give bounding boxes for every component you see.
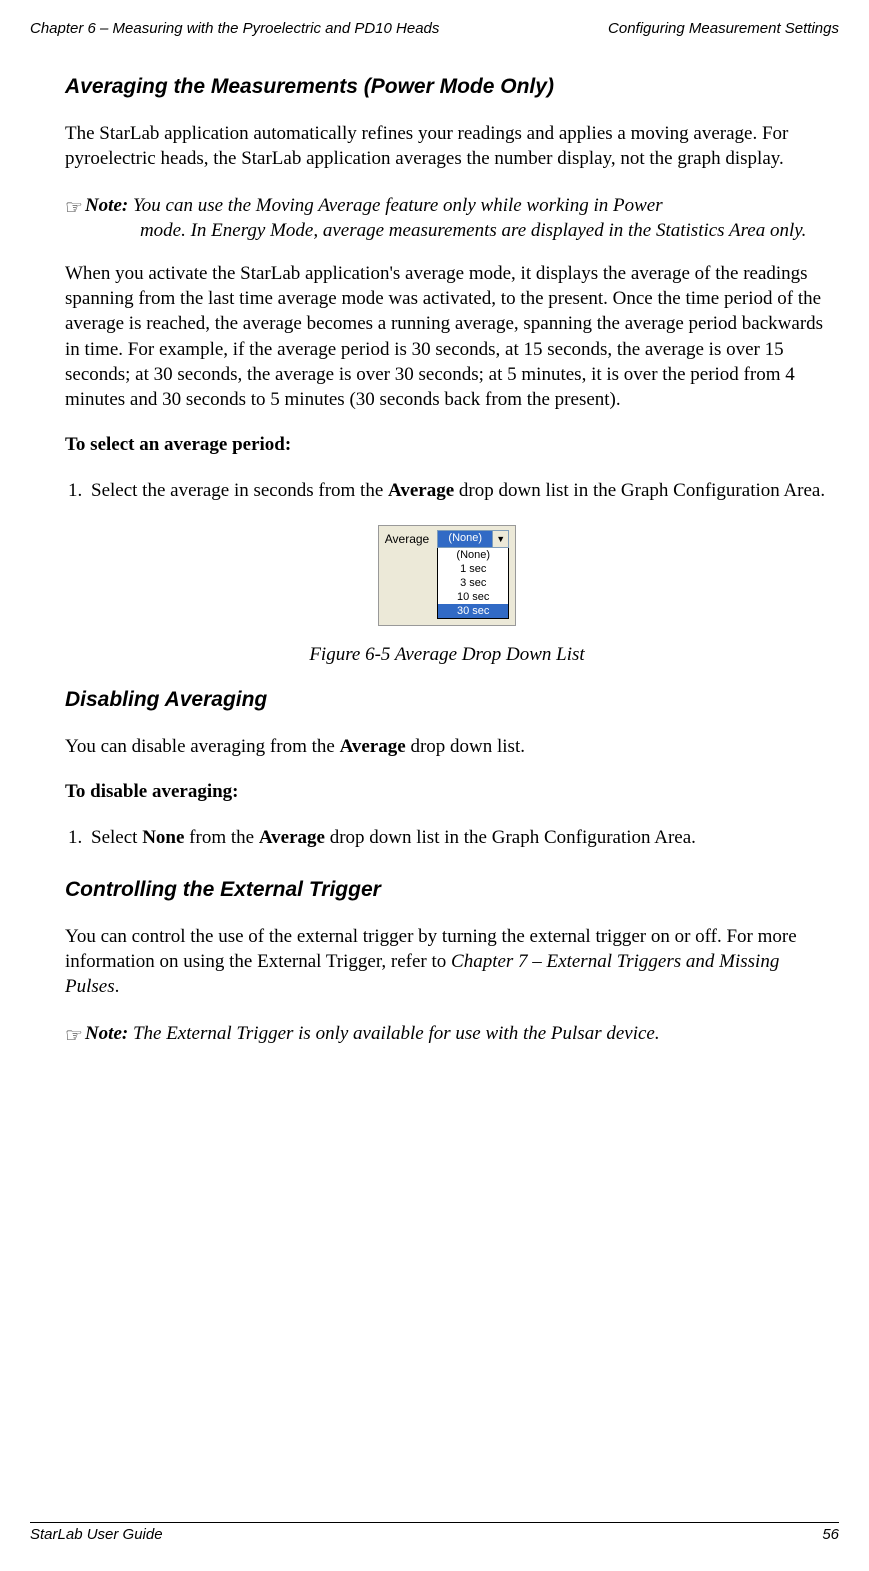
dropdown-option[interactable]: 1 sec — [438, 562, 508, 576]
dropdown-label: Average — [385, 532, 429, 546]
note-pulsar-only: ☞ Note: The External Trigger is only ava… — [65, 1021, 829, 1047]
header-chapter: Chapter 6 – Measuring with the Pyroelect… — [30, 20, 439, 37]
txt-bold: Average — [340, 736, 406, 757]
footer-page-number: 56 — [822, 1526, 839, 1543]
dropdown-option[interactable]: 3 sec — [438, 576, 508, 590]
step-text-c: drop down list in the Graph Configuratio… — [454, 480, 825, 501]
para-intro-averaging: The StarLab application automatically re… — [65, 121, 829, 171]
step-text-b: Average — [388, 480, 454, 501]
section-title-disable-averaging: Disabling Averaging — [65, 688, 829, 712]
note-hand-icon: ☞ — [65, 195, 83, 221]
note-power-mode: ☞ Note: You can use the Moving Average f… — [65, 193, 829, 243]
txt-bold: None — [142, 827, 184, 848]
footer-doc-title: StarLab User Guide — [30, 1526, 163, 1543]
note-text-1: You can use the Moving Average feature o… — [128, 195, 662, 216]
note-label: Note: — [85, 1023, 128, 1044]
txt: drop down list in the Graph Configuratio… — [325, 827, 696, 848]
header-section: Configuring Measurement Settings — [608, 20, 839, 37]
dropdown-selected: (None) — [438, 531, 492, 547]
note-hand-icon: ☞ — [65, 1023, 83, 1049]
step-text-a: Select the average in seconds from the — [91, 480, 388, 501]
note-text-2: mode. In Energy Mode, average measuremen… — [140, 218, 806, 243]
dropdown-list: (None) 1 sec 3 sec 10 sec 30 sec — [437, 548, 509, 619]
section-title-averaging: Averaging the Measurements (Power Mode O… — [65, 75, 829, 99]
txt: Select — [91, 827, 142, 848]
procedure-disable-averaging: To disable averaging: — [65, 781, 829, 803]
txt: You can disable averaging from the — [65, 736, 340, 757]
para-disable-intro: You can disable averaging from the Avera… — [65, 734, 829, 759]
txt-bold: Average — [259, 827, 325, 848]
chevron-down-icon[interactable]: ▼ — [492, 531, 508, 547]
dropdown-select[interactable]: (None) ▼ — [437, 530, 509, 548]
dropdown-option[interactable]: 10 sec — [438, 590, 508, 604]
dropdown-option[interactable]: (None) — [438, 548, 508, 562]
dropdown-option[interactable]: 30 sec — [438, 604, 508, 618]
figure-average-dropdown: Average (None) ▼ (None) 1 sec 3 sec 10 s… — [378, 525, 516, 626]
txt: . — [115, 976, 120, 997]
txt: drop down list. — [406, 736, 525, 757]
note-text: The External Trigger is only available f… — [128, 1023, 659, 1044]
step-disable-average: Select None from the Average drop down l… — [87, 825, 829, 850]
step-select-average: Select the average in seconds from the A… — [87, 478, 829, 503]
para-average-behavior: When you activate the StarLab applicatio… — [65, 261, 829, 411]
figure-caption: Figure 6-5 Average Drop Down List — [65, 644, 829, 666]
para-trigger-intro: You can control the use of the external … — [65, 924, 829, 999]
note-label: Note: — [85, 195, 128, 216]
txt: from the — [184, 827, 258, 848]
procedure-select-average: To select an average period: — [65, 434, 829, 456]
section-title-external-trigger: Controlling the External Trigger — [65, 878, 829, 902]
